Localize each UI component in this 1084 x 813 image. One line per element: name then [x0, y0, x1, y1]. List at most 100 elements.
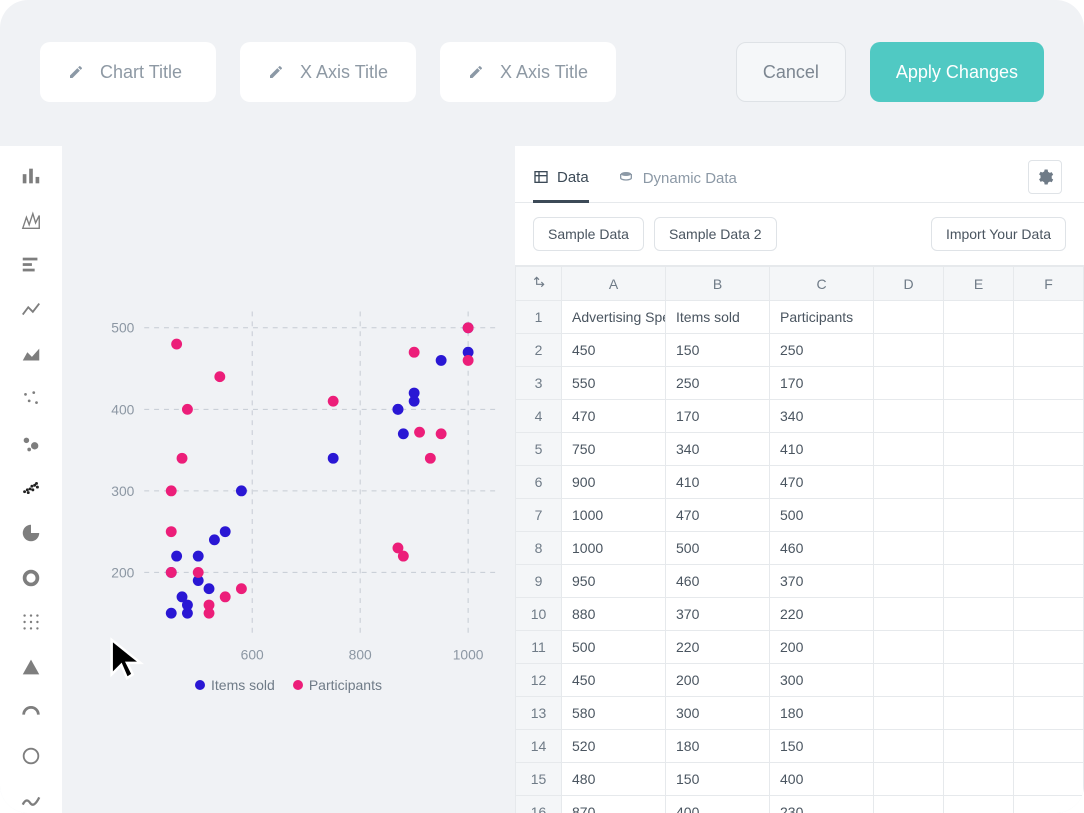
dot-matrix-icon[interactable] [17, 610, 45, 635]
cell-A16[interactable]: 870 [562, 796, 666, 813]
col-header-A[interactable]: A [562, 267, 666, 301]
donut-chart-icon[interactable] [17, 565, 45, 590]
cell-A7[interactable]: 1000 [562, 499, 666, 532]
row-number[interactable]: 7 [516, 499, 562, 532]
cell-C16[interactable]: 230 [770, 796, 874, 813]
cell-F5[interactable] [1014, 433, 1084, 466]
cell-A2[interactable]: 450 [562, 334, 666, 367]
bubble-chart-icon[interactable] [17, 432, 45, 457]
cell-C14[interactable]: 150 [770, 730, 874, 763]
cell-F15[interactable] [1014, 763, 1084, 796]
spark-chart-icon[interactable] [17, 788, 45, 813]
row-number[interactable]: 2 [516, 334, 562, 367]
row-number[interactable]: 1 [516, 301, 562, 334]
cell-D12[interactable] [874, 664, 944, 697]
cell-C15[interactable]: 400 [770, 763, 874, 796]
scatter-sparse-icon[interactable] [17, 387, 45, 412]
cell-B11[interactable]: 220 [666, 631, 770, 664]
cell-D15[interactable] [874, 763, 944, 796]
chart-title-input[interactable]: Chart Title [40, 42, 216, 102]
cell-D7[interactable] [874, 499, 944, 532]
cell-F11[interactable] [1014, 631, 1084, 664]
cell-D16[interactable] [874, 796, 944, 813]
cell-D1[interactable] [874, 301, 944, 334]
cell-E5[interactable] [944, 433, 1014, 466]
horizontal-bar-icon[interactable] [17, 253, 45, 278]
cell-C5[interactable]: 410 [770, 433, 874, 466]
col-header-B[interactable]: B [666, 267, 770, 301]
cell-E12[interactable] [944, 664, 1014, 697]
cell-F9[interactable] [1014, 565, 1084, 598]
cell-E6[interactable] [944, 466, 1014, 499]
cell-A9[interactable]: 950 [562, 565, 666, 598]
cell-C3[interactable]: 170 [770, 367, 874, 400]
cell-E2[interactable] [944, 334, 1014, 367]
cell-B5[interactable]: 340 [666, 433, 770, 466]
line-chart-icon[interactable] [17, 298, 45, 323]
cell-C1[interactable]: Participants [770, 301, 874, 334]
cell-C4[interactable]: 340 [770, 400, 874, 433]
cell-E16[interactable] [944, 796, 1014, 813]
cell-A8[interactable]: 1000 [562, 532, 666, 565]
cell-D3[interactable] [874, 367, 944, 400]
cell-A3[interactable]: 550 [562, 367, 666, 400]
cell-C7[interactable]: 500 [770, 499, 874, 532]
ring-chart-icon[interactable] [17, 744, 45, 769]
data-grid[interactable]: ABCDEF1Advertising Spent ($)Items soldPa… [515, 266, 1084, 813]
col-header-F[interactable]: F [1014, 267, 1084, 301]
cell-C6[interactable]: 470 [770, 466, 874, 499]
col-header-E[interactable]: E [944, 267, 1014, 301]
cell-A15[interactable]: 480 [562, 763, 666, 796]
import-data-button[interactable]: Import Your Data [931, 217, 1066, 251]
tab-data[interactable]: Data [533, 161, 589, 203]
cell-F2[interactable] [1014, 334, 1084, 367]
col-header-C[interactable]: C [770, 267, 874, 301]
cell-E11[interactable] [944, 631, 1014, 664]
cell-A12[interactable]: 450 [562, 664, 666, 697]
row-number[interactable]: 8 [516, 532, 562, 565]
cell-F14[interactable] [1014, 730, 1084, 763]
bar-chart-icon[interactable] [17, 164, 45, 189]
row-number[interactable]: 12 [516, 664, 562, 697]
cell-F10[interactable] [1014, 598, 1084, 631]
row-number[interactable]: 3 [516, 367, 562, 400]
row-number[interactable]: 11 [516, 631, 562, 664]
cell-B4[interactable]: 170 [666, 400, 770, 433]
cell-F7[interactable] [1014, 499, 1084, 532]
cell-C2[interactable]: 250 [770, 334, 874, 367]
cell-F4[interactable] [1014, 400, 1084, 433]
cell-E8[interactable] [944, 532, 1014, 565]
cell-B16[interactable]: 400 [666, 796, 770, 813]
row-number[interactable]: 10 [516, 598, 562, 631]
apply-changes-button[interactable]: Apply Changes [870, 42, 1044, 102]
cell-C10[interactable]: 220 [770, 598, 874, 631]
area-chart-icon[interactable] [17, 342, 45, 367]
scatter-dense-icon[interactable] [17, 476, 45, 501]
cell-F1[interactable] [1014, 301, 1084, 334]
grid-corner[interactable] [516, 267, 562, 301]
cell-E15[interactable] [944, 763, 1014, 796]
pie-chart-icon[interactable] [17, 521, 45, 546]
row-number[interactable]: 6 [516, 466, 562, 499]
cell-E10[interactable] [944, 598, 1014, 631]
cell-F3[interactable] [1014, 367, 1084, 400]
cell-B12[interactable]: 200 [666, 664, 770, 697]
row-number[interactable]: 4 [516, 400, 562, 433]
cell-B10[interactable]: 370 [666, 598, 770, 631]
cell-A5[interactable]: 750 [562, 433, 666, 466]
cell-A14[interactable]: 520 [562, 730, 666, 763]
cell-B2[interactable]: 150 [666, 334, 770, 367]
cell-E14[interactable] [944, 730, 1014, 763]
cell-C8[interactable]: 460 [770, 532, 874, 565]
cell-D4[interactable] [874, 400, 944, 433]
cell-B6[interactable]: 410 [666, 466, 770, 499]
area-spike-icon[interactable] [17, 209, 45, 234]
cell-B1[interactable]: Items sold [666, 301, 770, 334]
sample-data-2-button[interactable]: Sample Data 2 [654, 217, 777, 251]
cell-D5[interactable] [874, 433, 944, 466]
cell-A11[interactable]: 500 [562, 631, 666, 664]
cell-B7[interactable]: 470 [666, 499, 770, 532]
cell-B14[interactable]: 180 [666, 730, 770, 763]
row-number[interactable]: 9 [516, 565, 562, 598]
x-axis-title-input-1[interactable]: X Axis Title [240, 42, 416, 102]
